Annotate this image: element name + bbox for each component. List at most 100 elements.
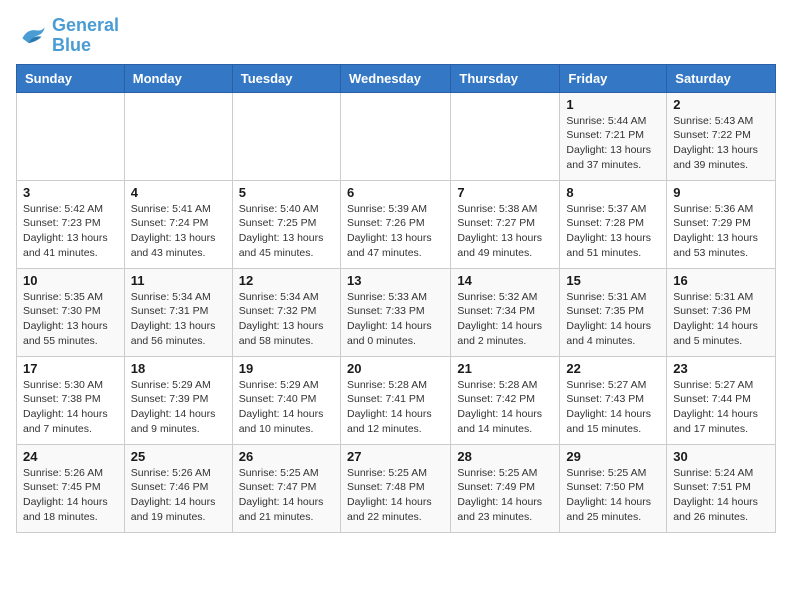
day-info: Sunrise: 5:26 AM [131, 466, 226, 481]
day-number: 29 [566, 449, 660, 464]
day-info: Sunset: 7:27 PM [457, 216, 553, 231]
day-info: Sunrise: 5:33 AM [347, 290, 444, 305]
day-info: Daylight: 14 hours and 21 minutes. [239, 495, 334, 524]
day-info: Daylight: 13 hours and 53 minutes. [673, 231, 769, 260]
day-cell: 25 Sunrise: 5:26 AMSunset: 7:46 PMDayligh… [124, 444, 232, 532]
day-info: Sunset: 7:43 PM [566, 392, 660, 407]
day-info: Sunrise: 5:31 AM [673, 290, 769, 305]
day-info: Sunset: 7:31 PM [131, 304, 226, 319]
day-info: Daylight: 14 hours and 12 minutes. [347, 407, 444, 436]
day-number: 27 [347, 449, 444, 464]
day-info: Sunset: 7:44 PM [673, 392, 769, 407]
week-row-5: 24Sunrise: 5:26 AMSunset: 7:45 PMDayligh… [17, 444, 776, 532]
day-info: Daylight: 14 hours and 5 minutes. [673, 319, 769, 348]
day-cell: 13Sunrise: 5:33 AMSunset: 7:33 PMDayligh… [340, 268, 450, 356]
day-cell: 7Sunrise: 5:38 AMSunset: 7:27 PMDaylight… [451, 180, 560, 268]
day-cell: 20Sunrise: 5:28 AMSunset: 7:41 PMDayligh… [340, 356, 450, 444]
day-info: Daylight: 13 hours and 41 minutes. [23, 231, 118, 260]
day-info: Sunrise: 5:29 AM [239, 378, 334, 393]
logo-bird-icon [16, 22, 48, 50]
day-info: Sunrise: 5:26 AM [23, 466, 118, 481]
day-info: Sunset: 7:21 PM [566, 128, 660, 143]
day-info: Sunrise: 5:24 AM [673, 466, 769, 481]
day-info: Daylight: 14 hours and 2 minutes. [457, 319, 553, 348]
day-info: Sunrise: 5:36 AM [673, 202, 769, 217]
header-cell-monday: Monday [124, 64, 232, 92]
day-info: Sunset: 7:46 PM [131, 480, 226, 495]
day-info: Sunset: 7:36 PM [673, 304, 769, 319]
day-info: Sunrise: 5:37 AM [566, 202, 660, 217]
day-number: 19 [239, 361, 334, 376]
day-number: 28 [457, 449, 553, 464]
day-number: 30 [673, 449, 769, 464]
day-info: Sunset: 7:42 PM [457, 392, 553, 407]
day-cell [340, 92, 450, 180]
day-number: 7 [457, 185, 553, 200]
day-cell: 8Sunrise: 5:37 AMSunset: 7:28 PMDaylight… [560, 180, 667, 268]
day-info: Sunset: 7:30 PM [23, 304, 118, 319]
day-info: Sunrise: 5:32 AM [457, 290, 553, 305]
day-number: 18 [131, 361, 226, 376]
day-number: 25 [131, 449, 226, 464]
day-number: 22 [566, 361, 660, 376]
day-info: Sunrise: 5:30 AM [23, 378, 118, 393]
day-cell: 14Sunrise: 5:32 AMSunset: 7:34 PMDayligh… [451, 268, 560, 356]
day-info: Sunset: 7:25 PM [239, 216, 334, 231]
day-info: Sunset: 7:47 PM [239, 480, 334, 495]
day-info: Sunset: 7:24 PM [131, 216, 226, 231]
day-number: 13 [347, 273, 444, 288]
day-info: Sunset: 7:41 PM [347, 392, 444, 407]
day-number: 15 [566, 273, 660, 288]
day-cell: 26Sunrise: 5:25 AMSunset: 7:47 PMDayligh… [232, 444, 340, 532]
header: General Blue [16, 16, 776, 56]
day-info: Daylight: 13 hours and 56 minutes. [131, 319, 226, 348]
day-info: Sunset: 7:34 PM [457, 304, 553, 319]
header-cell-sunday: Sunday [17, 64, 125, 92]
calendar-table: SundayMondayTuesdayWednesdayThursdayFrid… [16, 64, 776, 533]
day-cell: 19Sunrise: 5:29 AMSunset: 7:40 PMDayligh… [232, 356, 340, 444]
day-number: 20 [347, 361, 444, 376]
day-info: Sunrise: 5:28 AM [457, 378, 553, 393]
week-row-1: 1Sunrise: 5:44 AMSunset: 7:21 PMDaylight… [17, 92, 776, 180]
day-info: Sunrise: 5:25 AM [347, 466, 444, 481]
day-info: Sunrise: 5:29 AM [131, 378, 226, 393]
day-info: Sunrise: 5:35 AM [23, 290, 118, 305]
day-info: Sunset: 7:48 PM [347, 480, 444, 495]
day-info: Sunrise: 5:25 AM [457, 466, 553, 481]
day-info: Daylight: 13 hours and 39 minutes. [673, 143, 769, 172]
day-info: Daylight: 13 hours and 58 minutes. [239, 319, 334, 348]
day-cell: 1Sunrise: 5:44 AMSunset: 7:21 PMDaylight… [560, 92, 667, 180]
day-number: 9 [673, 185, 769, 200]
day-info: Sunrise: 5:39 AM [347, 202, 444, 217]
day-cell: 6Sunrise: 5:39 AMSunset: 7:26 PMDaylight… [340, 180, 450, 268]
day-cell: 4Sunrise: 5:41 AMSunset: 7:24 PMDaylight… [124, 180, 232, 268]
day-number: 11 [131, 273, 226, 288]
day-number: 16 [673, 273, 769, 288]
day-number: 24 [23, 449, 118, 464]
day-number: 2 [673, 97, 769, 112]
day-cell: 23Sunrise: 5:27 AMSunset: 7:44 PMDayligh… [667, 356, 776, 444]
week-row-4: 17Sunrise: 5:30 AMSunset: 7:38 PMDayligh… [17, 356, 776, 444]
logo-text: General Blue [52, 16, 119, 56]
day-info: Daylight: 14 hours and 15 minutes. [566, 407, 660, 436]
week-row-3: 10 Sunrise: 5:35 AMSunset: 7:30 PM Dayligh… [17, 268, 776, 356]
header-cell-thursday: Thursday [451, 64, 560, 92]
day-cell: 29 Sunrise: 5:25 AMSunset: 7:50 PMDayligh… [560, 444, 667, 532]
day-info: Daylight: 14 hours and 17 minutes. [673, 407, 769, 436]
day-info: Daylight: 14 hours and 19 minutes. [131, 495, 226, 524]
day-info: Sunrise: 5:42 AM [23, 202, 118, 217]
day-info: Sunrise: 5:34 AM [131, 290, 226, 305]
day-info: Sunrise: 5:41 AM [131, 202, 226, 217]
day-info: Sunset: 7:29 PM [673, 216, 769, 231]
day-info: Daylight: 14 hours and 23 minutes. [457, 495, 553, 524]
day-info: Daylight: 13 hours and 45 minutes. [239, 231, 334, 260]
day-cell: 18Sunrise: 5:29 AMSunset: 7:39 PMDayligh… [124, 356, 232, 444]
day-info: Daylight: 14 hours and 9 minutes. [131, 407, 226, 436]
day-info: Daylight: 14 hours and 25 minutes. [566, 495, 660, 524]
day-info: Sunset: 7:50 PM [566, 480, 660, 495]
day-info: Sunset: 7:45 PM [23, 480, 118, 495]
day-number: 10 [23, 273, 118, 288]
day-number: 3 [23, 185, 118, 200]
day-info: Sunrise: 5:25 AM [566, 466, 660, 481]
day-info: Daylight: 14 hours and 7 minutes. [23, 407, 118, 436]
